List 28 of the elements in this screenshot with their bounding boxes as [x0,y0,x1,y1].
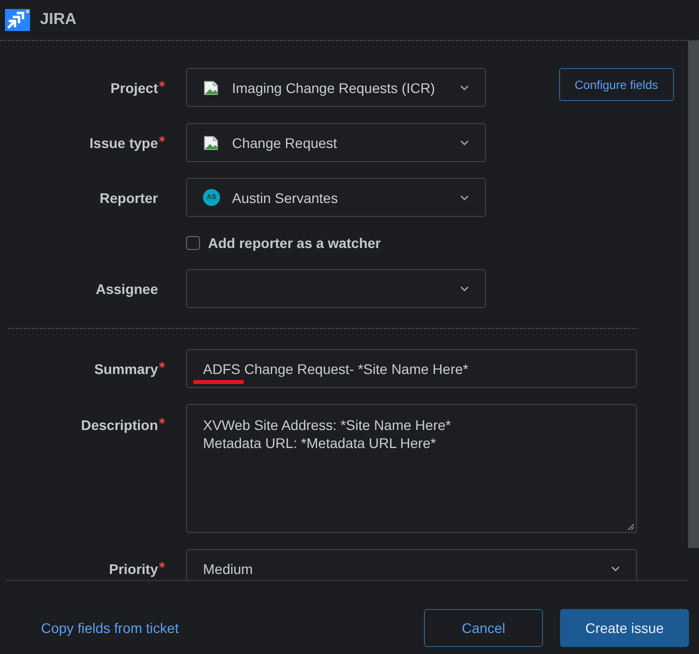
chevron-down-icon [460,140,469,146]
chevron-down-icon [460,286,469,292]
create-issue-button[interactable]: Create issue [560,609,689,647]
checkbox-label[interactable]: Add reporter as a watcher [208,235,381,251]
checkbox[interactable] [186,236,200,250]
window-title: JIRA [40,11,76,29]
logo-icon [5,9,30,31]
field-label: Reporter [100,190,158,206]
field-label: Project [110,80,158,96]
field-label: Summary [94,360,158,376]
dropdown[interactable]: Change Request [186,123,486,162]
field-label: Priority [108,560,158,576]
scrollbar-thumb[interactable] [688,41,699,548]
dropdown[interactable] [186,269,486,308]
field-label: Description [80,417,158,433]
text-field[interactable]: ADFS Change Request- *Site Name Here* [186,349,637,388]
dropdown[interactable]: Medium [186,549,637,580]
chevron-down-icon [460,194,469,200]
field-label: Assignee [96,280,158,296]
field-label: Issue type [90,134,158,150]
copy-fields-link[interactable]: Copy fields from ticket [41,620,179,636]
dropdown[interactable]: Imaging Change Requests (ICR) [186,68,486,107]
chevron-down-icon [460,84,469,90]
cancel-button[interactable]: Cancel [424,609,543,647]
textarea-field[interactable]: XVWeb Site Address: *Site Name Here* Metadata URL: *Metadata URL Here* [186,404,637,533]
configure-fields-button[interactable]: Configure fields [558,68,674,101]
resize-handle-icon [627,523,634,530]
chevron-down-icon [611,566,620,572]
